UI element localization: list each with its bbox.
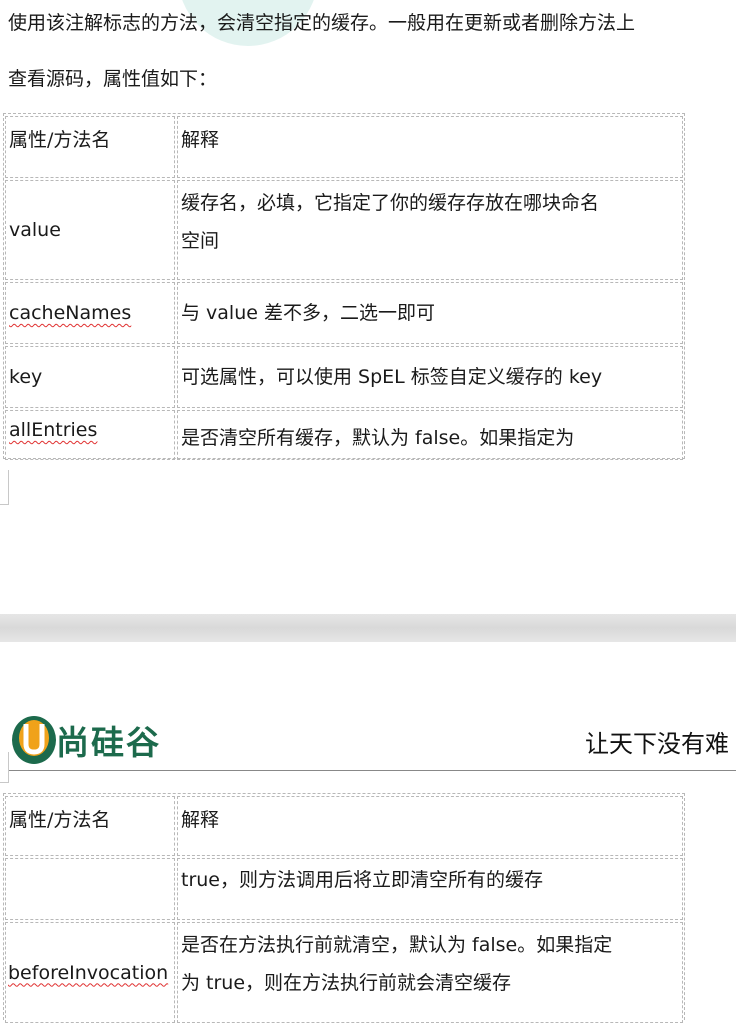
logo-icon [10, 710, 58, 770]
table-row: beforeInvocation 是否在方法执行前就清空，默认为 false。如… [4, 920, 684, 1023]
page-break [0, 614, 736, 642]
table-header-row: 属性/方法名 解释 [4, 794, 684, 856]
attr-desc-line: 空间 [181, 230, 220, 252]
header-cell-name: 属性/方法名 [5, 116, 175, 178]
attr-name: key [9, 366, 43, 388]
attr-desc-cell: 缓存名，必填，它指定了你的缓存存放在哪块命名 空间 [177, 180, 683, 280]
attr-desc-line: true，则方法调用后将立即清空所有的缓存 [181, 869, 543, 891]
header-label: 解释 [181, 129, 220, 151]
logo-text: 尚硅谷 [56, 723, 161, 762]
page-margin-mark [0, 470, 9, 505]
table-row: value 缓存名，必填，它指定了你的缓存存放在哪块命名 空间 [4, 178, 684, 280]
header-label: 属性/方法名 [9, 809, 111, 831]
attribute-table-1: 属性/方法名 解释 value 缓存名，必填，它指定了你的缓存存放在哪块命名 空… [3, 113, 685, 460]
attribute-table-2: 属性/方法名 解释 true，则方法调用后将立即清空所有的缓存 beforeIn… [3, 793, 685, 1023]
header-cell-name: 属性/方法名 [5, 796, 175, 856]
attr-name: value [9, 219, 61, 241]
attr-desc-cell: 与 value 差不多，二选一即可 [177, 282, 683, 344]
table-row: allEntries 是否清空所有缓存，默认为 false。如果指定为 [4, 408, 684, 460]
page-slogan: 让天下没有难 [585, 730, 729, 758]
header-label: 解释 [181, 809, 220, 831]
intro-line-1: 使用该注解标志的方法，会清空指定的缓存。一般用在更新或者删除方法上 [8, 12, 636, 34]
attr-desc-line: 与 value 差不多，二选一即可 [181, 302, 435, 324]
attr-desc-line: 是否清空所有缓存，默认为 false。如果指定为 [181, 427, 575, 449]
header-divider [8, 770, 736, 771]
attr-name-cell: allEntries [5, 410, 175, 460]
header-cell-desc: 解释 [177, 796, 683, 856]
attr-desc-cell: 是否清空所有缓存，默认为 false。如果指定为 [177, 410, 683, 460]
attr-desc-cell: 可选属性，可以使用 SpEL 标签自定义缓存的 key [177, 346, 683, 408]
table-row: true，则方法调用后将立即清空所有的缓存 [4, 856, 684, 920]
table-row: cacheNames 与 value 差不多，二选一即可 [4, 280, 684, 344]
attr-name: cacheNames [9, 302, 132, 324]
page-margin-mark [0, 752, 9, 783]
attr-desc-line: 是否在方法执行前就清空，默认为 false。如果指定 [181, 934, 613, 956]
header-label: 属性/方法名 [9, 129, 111, 151]
table-header-row: 属性/方法名 解释 [4, 114, 684, 178]
attr-desc-line: 缓存名，必填，它指定了你的缓存存放在哪块命名 [181, 192, 600, 214]
attr-name-cell: value [5, 180, 175, 280]
intro-line-2: 查看源码，属性值如下： [8, 68, 218, 90]
attr-desc-cell: true，则方法调用后将立即清空所有的缓存 [177, 858, 683, 920]
attr-desc-cell: 是否在方法执行前就清空，默认为 false。如果指定 为 true，则在方法执行… [177, 922, 683, 1023]
attr-name-cell: key [5, 346, 175, 408]
attr-name-cell: cacheNames [5, 282, 175, 344]
attr-desc-line: 可选属性，可以使用 SpEL 标签自定义缓存的 key [181, 366, 603, 388]
attr-desc-line: 为 true，则在方法执行前就会清空缓存 [181, 972, 512, 994]
header-cell-desc: 解释 [177, 116, 683, 178]
attr-name-cell: beforeInvocation [5, 922, 175, 1023]
attr-name: beforeInvocation [8, 961, 169, 984]
table-row: key 可选属性，可以使用 SpEL 标签自定义缓存的 key [4, 344, 684, 408]
attr-name: allEntries [9, 419, 98, 441]
attr-name-cell [5, 858, 175, 920]
